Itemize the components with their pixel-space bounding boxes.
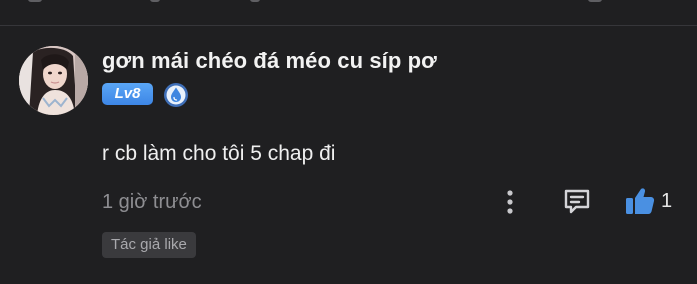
clipped-text-fragment [150, 0, 160, 2]
clipped-text-fragment [28, 0, 42, 2]
author-like-badge: Tác giả like [102, 232, 196, 258]
level-badge: Lv8 [102, 83, 153, 105]
username[interactable]: gơn mái chéo đá méo cu síp pơ [102, 48, 437, 74]
reply-button[interactable] [560, 184, 594, 218]
clipped-text-fragment [250, 0, 260, 2]
like-button[interactable]: 1 [624, 184, 684, 218]
thumbs-up-icon [626, 188, 655, 214]
previous-comment-edge [0, 0, 697, 24]
more-vertical-icon [507, 190, 513, 214]
timestamp: 1 giờ trước [102, 191, 202, 213]
clipped-text-fragment [588, 0, 602, 2]
comment-text: r cb làm cho tôi 5 chap đi [102, 142, 336, 165]
avatar[interactable] [19, 46, 88, 115]
like-count: 1 [661, 189, 673, 212]
water-drop-rank-icon [163, 82, 189, 108]
more-options-button[interactable] [496, 186, 524, 218]
comment-icon [564, 189, 590, 214]
comment-item: gơn mái chéo đá méo cu síp pơ Lv8 r cb l… [0, 26, 697, 284]
